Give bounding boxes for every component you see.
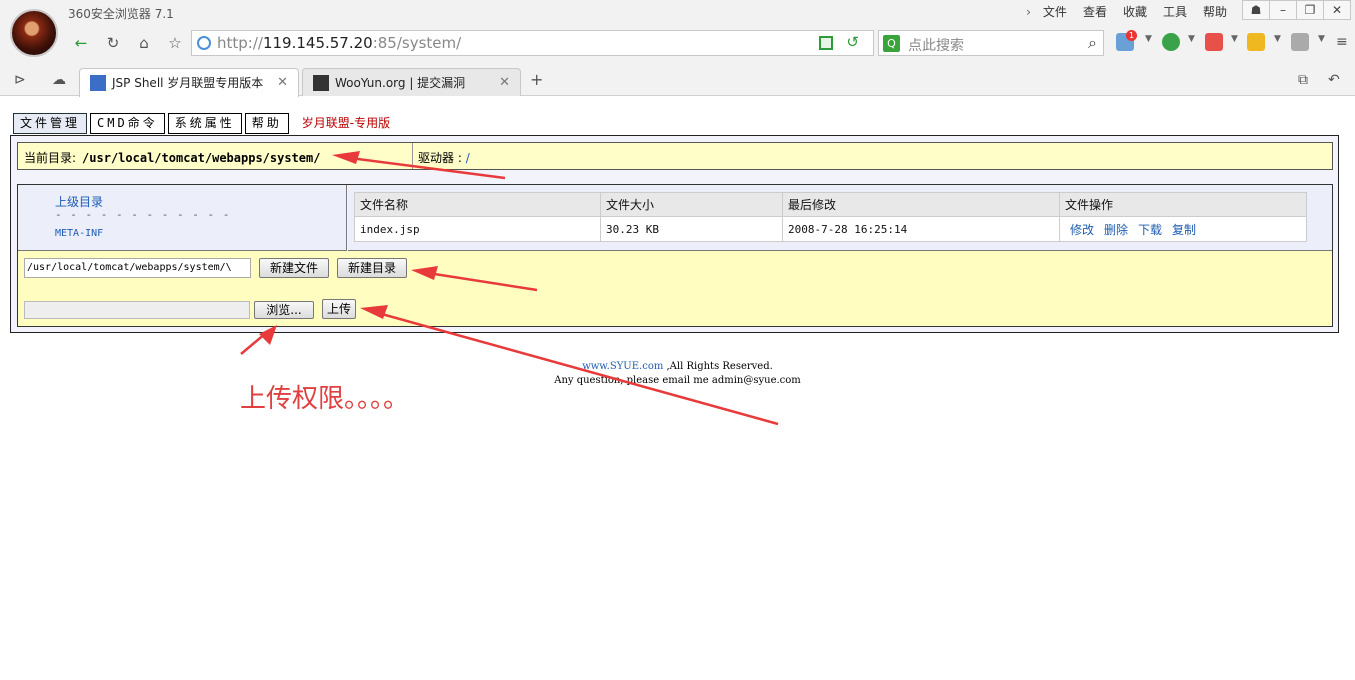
column-header: 文件名称: [354, 192, 601, 217]
back-icon[interactable]: ←: [68, 30, 94, 56]
search-engine-icon[interactable]: Q: [883, 35, 900, 52]
more-icon[interactable]: ≡: [1336, 34, 1348, 50]
arrow-to-browse: [240, 332, 267, 355]
compat-mode-icon[interactable]: ↺: [846, 33, 859, 51]
tab-favicon: [313, 75, 329, 91]
column-header: 文件操作: [1059, 192, 1307, 217]
chevron-down-icon[interactable]: ▼: [1318, 34, 1325, 44]
footer-rights: ,All Rights Reserved.: [663, 361, 773, 372]
undo-close-icon[interactable]: ↶: [1328, 72, 1340, 88]
directory-list: 上级目录 - - - - - - - - - - - - META-INF: [18, 185, 347, 251]
address-bar[interactable]: http://119.145.57.20:85/system/ ↺: [191, 30, 874, 56]
chevron-down-icon[interactable]: ▼: [1274, 34, 1281, 44]
file-size: 30.23 KB: [600, 216, 783, 242]
close-icon[interactable]: ✕: [277, 70, 288, 96]
brand-label: 岁月联盟-专用版: [301, 116, 391, 130]
cwd-label: 当前目录:: [24, 151, 77, 165]
menu-view[interactable]: 查看: [1075, 4, 1115, 20]
tab-file-manager[interactable]: 文件管理: [13, 113, 88, 134]
download-link[interactable]: 下载: [1138, 223, 1162, 237]
file-manager-box: 当前目录: /usr/local/tomcat/webapps/system/ 驱…: [10, 135, 1339, 333]
user-avatar[interactable]: [10, 9, 58, 57]
cwd-path: /usr/local/tomcat/webapps/system/: [82, 151, 321, 165]
chevron-down-icon[interactable]: ▼: [1188, 34, 1195, 44]
home-icon[interactable]: ⌂: [131, 30, 157, 56]
file-modified: 2008-7-28 16:25:14: [782, 216, 1060, 242]
qr-code-icon[interactable]: [819, 36, 833, 50]
app-title: 360安全浏览器 7.1: [68, 7, 174, 21]
delete-link[interactable]: 删除: [1104, 223, 1128, 237]
directory-link[interactable]: META-INF: [55, 228, 103, 239]
menu-bar: › 文件 查看 收藏 工具 帮助: [1018, 4, 1235, 20]
upload-file-field[interactable]: [24, 301, 250, 319]
cloud-icon[interactable]: ☁: [52, 72, 66, 88]
divider: [412, 143, 413, 169]
column-header: 文件大小: [600, 192, 783, 217]
browse-button[interactable]: 浏览...: [254, 301, 314, 319]
tab-wooyun[interactable]: WooYun.org | 提交漏洞 ✕: [302, 68, 521, 96]
chevron-down-icon[interactable]: ▼: [1231, 34, 1238, 44]
close-button[interactable]: ✕: [1323, 0, 1351, 20]
file-list: 文件名称 文件大小 最后修改 文件操作 index.jsp 30.23 KB 2…: [348, 185, 1332, 251]
globe-icon: [197, 36, 211, 50]
close-icon[interactable]: ✕: [499, 70, 510, 96]
tab-help[interactable]: 帮助: [244, 113, 289, 134]
tab-system-properties[interactable]: 系统属性: [167, 113, 242, 134]
maximize-button[interactable]: ❐: [1296, 0, 1324, 20]
tab-jsp-shell[interactable]: JSP Shell 岁月联盟专用版本 ✕: [79, 68, 299, 97]
footer-contact: Any question, please email me admin@syue…: [554, 375, 801, 386]
drive-link[interactable]: /: [466, 151, 470, 165]
search-box[interactable]: Q 点此搜索 ⌕: [878, 30, 1104, 56]
table-header-row: 文件名称 文件大小 最后修改 文件操作: [354, 192, 1307, 217]
tab-bar: ⊳ ☁ JSP Shell 岁月联盟专用版本 ✕ WooYun.org | 提交…: [0, 66, 1355, 97]
drive-label: 驱动器 :: [418, 151, 462, 165]
footer-copyright: www.SYUE.com ,All Rights Reserved.: [0, 361, 1355, 372]
tab-label: WooYun.org | 提交漏洞: [335, 76, 466, 90]
new-directory-button[interactable]: 新建目录: [337, 258, 407, 278]
annotation-text: 上传权限。。。。: [240, 384, 410, 414]
current-directory-bar: 当前目录: /usr/local/tomcat/webapps/system/ 驱…: [17, 142, 1333, 170]
restore-tab-icon[interactable]: ⧉: [1298, 72, 1308, 88]
file-name[interactable]: index.jsp: [354, 216, 601, 242]
menu-favorites[interactable]: 收藏: [1115, 4, 1155, 20]
window-controls: ☗ – ❐ ✕: [1242, 0, 1351, 20]
footer-link[interactable]: www.SYUE.com: [582, 361, 663, 372]
file-panel: 上级目录 - - - - - - - - - - - - META-INF 文件…: [17, 184, 1333, 327]
path-input[interactable]: /usr/local/tomcat/webapps/system/\: [24, 258, 251, 278]
menu-tools[interactable]: 工具: [1155, 4, 1195, 20]
annotation-arrows: [240, 151, 779, 426]
shell-menu: 文件管理 CMD命令 系统属性 帮助 岁月联盟-专用版: [13, 113, 390, 134]
sidebar-toggle-icon[interactable]: ⊳: [14, 72, 26, 88]
star-icon[interactable]: ☆: [162, 30, 188, 56]
address-url: http://119.145.57.20:85/system/: [217, 34, 462, 52]
chevron-down-icon[interactable]: ▼: [1145, 34, 1152, 44]
separator: - - - - - - - - - - - -: [55, 208, 231, 221]
table-row: index.jsp 30.23 KB 2008-7-28 16:25:14 修改…: [354, 216, 1307, 242]
chevron-right-icon[interactable]: ›: [1018, 4, 1035, 20]
new-tab-icon[interactable]: +: [530, 70, 543, 89]
screenshot-icon[interactable]: [1247, 33, 1265, 51]
shield-icon[interactable]: [1162, 33, 1180, 51]
menu-help[interactable]: 帮助: [1195, 4, 1235, 20]
tab-cmd[interactable]: CMD命令: [90, 113, 165, 134]
minimize-button[interactable]: –: [1269, 0, 1297, 20]
search-placeholder: 点此搜索: [908, 38, 964, 54]
search-icon[interactable]: ⌕: [1088, 33, 1097, 53]
games-icon[interactable]: [1291, 33, 1309, 51]
menu-file[interactable]: 文件: [1035, 4, 1075, 20]
new-file-button[interactable]: 新建文件: [259, 258, 329, 278]
column-header: 最后修改: [782, 192, 1060, 217]
file-operations: 修改 删除 下载 复制: [1059, 216, 1307, 242]
edit-link[interactable]: 修改: [1070, 223, 1094, 237]
tab-label: JSP Shell 岁月联盟专用版本: [112, 76, 264, 90]
reload-icon[interactable]: ↻: [100, 30, 126, 56]
upload-button[interactable]: 上传: [322, 299, 356, 319]
copy-link[interactable]: 复制: [1172, 223, 1196, 237]
pdf-icon[interactable]: [1205, 33, 1223, 51]
tab-favicon: [90, 75, 106, 91]
file-table: 文件名称 文件大小 最后修改 文件操作 index.jsp 30.23 KB 2…: [354, 192, 1307, 242]
browser-chrome: 360安全浏览器 7.1 › 文件 查看 收藏 工具 帮助 ☗ – ❐ ✕ ← …: [0, 0, 1355, 97]
notification-badge: 1: [1126, 30, 1137, 41]
skin-icon[interactable]: ☗: [1242, 0, 1270, 20]
